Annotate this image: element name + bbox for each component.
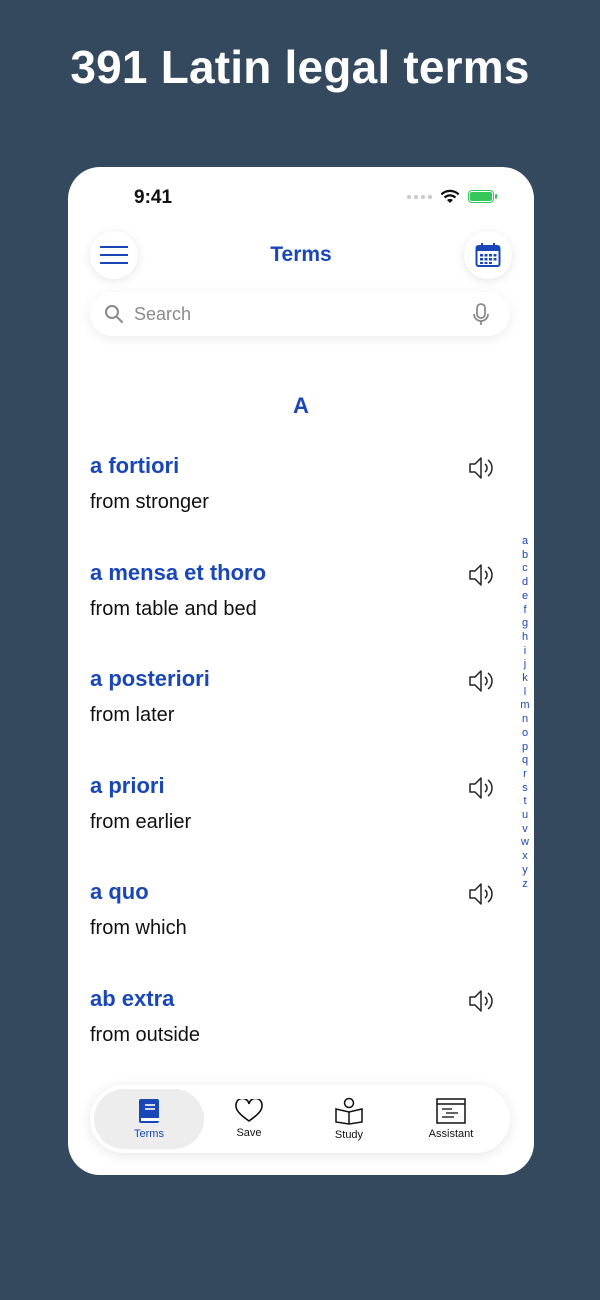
tab-label: Save (236, 1127, 262, 1139)
term-name: a posteriori (90, 666, 210, 691)
headline: 391 Latin legal terms (70, 41, 530, 93)
alphabet-letter[interactable]: h (522, 631, 528, 645)
alphabet-letter[interactable]: j (524, 658, 526, 672)
search-bar[interactable] (90, 292, 510, 336)
status-time: 9:41 (134, 187, 173, 208)
heart-icon (235, 1099, 263, 1122)
status-icons (407, 189, 497, 204)
alphabet-letter[interactable]: m (520, 699, 529, 713)
term-name: a priori (90, 772, 165, 798)
term-name: a quo (90, 879, 149, 904)
alphabet-letter[interactable]: g (522, 617, 528, 631)
alphabet-letter[interactable]: z (522, 878, 528, 892)
alphabet-letter[interactable]: n (522, 713, 528, 727)
term-row[interactable]: a mensa et thoro from table and bed (90, 560, 510, 640)
alphabet-letter[interactable]: s (522, 782, 528, 796)
tab-save[interactable]: Save (194, 1089, 304, 1149)
assistant-screen-icon (436, 1098, 466, 1124)
alphabet-letter[interactable]: v (522, 823, 528, 837)
term-meaning: from earlier (90, 810, 192, 833)
wifi-icon (440, 189, 460, 203)
tab-bar: Terms Save Study Assistant (90, 1085, 510, 1153)
alphabet-letter[interactable]: l (524, 686, 526, 700)
term-row[interactable]: ab extra from outside (90, 986, 510, 1066)
calendar-button[interactable] (464, 231, 512, 279)
term-meaning: from table and bed (90, 597, 257, 620)
tab-label: Terms (134, 1128, 164, 1140)
tab-assistant[interactable]: Assistant (396, 1089, 506, 1149)
search-input[interactable] (132, 302, 456, 326)
term-row[interactable]: a priori from earlier (90, 773, 510, 853)
alphabet-letter[interactable]: u (522, 809, 528, 823)
reading-person-icon (335, 1097, 363, 1125)
term-meaning: from outside (90, 1023, 201, 1046)
alphabet-index[interactable]: abcdefghijklmnopqrstuvwxyz (520, 535, 530, 891)
alphabet-letter[interactable]: q (522, 754, 528, 768)
microphone-icon[interactable] (472, 303, 490, 327)
term-meaning: from later (90, 704, 175, 726)
alphabet-letter[interactable]: w (521, 836, 529, 850)
cellular-signal-icon (407, 194, 432, 199)
tab-label: Study (334, 1129, 364, 1141)
alphabet-letter[interactable]: d (522, 576, 528, 590)
alphabet-letter[interactable]: c (522, 562, 528, 576)
speaker-icon[interactable] (468, 775, 496, 806)
alphabet-letter[interactable]: f (523, 604, 526, 618)
alphabet-letter[interactable]: i (524, 645, 526, 659)
book-icon (139, 1099, 159, 1123)
speaker-icon[interactable] (468, 881, 496, 912)
alphabet-letter[interactable]: y (522, 864, 528, 878)
alphabet-letter[interactable]: k (522, 672, 528, 686)
tab-label: Assistant (428, 1128, 474, 1140)
alphabet-letter[interactable]: o (522, 727, 528, 741)
speaker-icon[interactable] (468, 988, 496, 1019)
term-meaning: from stronger (90, 491, 209, 513)
alphabet-letter[interactable]: r (523, 768, 527, 782)
speaker-icon[interactable] (468, 668, 496, 699)
phone-screen: 9:41 Terms Search A a fortiori from stro… (68, 167, 534, 1175)
alphabet-letter[interactable]: e (522, 590, 528, 604)
alphabet-letter[interactable]: t (523, 795, 526, 809)
battery-icon (468, 190, 497, 203)
section-header: A (293, 393, 309, 418)
term-row[interactable]: a quo from which (90, 879, 510, 959)
alphabet-letter[interactable]: b (522, 549, 528, 563)
calendar-icon (475, 243, 501, 267)
search-icon (105, 305, 123, 323)
term-name: a fortiori (90, 453, 180, 478)
term-row[interactable]: a fortiori from stronger (90, 453, 510, 533)
alphabet-letter[interactable]: p (522, 741, 528, 755)
speaker-icon[interactable] (468, 455, 496, 486)
alphabet-letter[interactable]: a (522, 535, 528, 549)
term-row[interactable]: a posteriori from later (90, 666, 510, 746)
tab-study[interactable]: Study (294, 1089, 404, 1149)
term-name: a mensa et thoro (90, 559, 267, 585)
alphabet-letter[interactable]: x (522, 850, 528, 864)
term-meaning: from which (90, 917, 187, 939)
tab-terms[interactable]: Terms (94, 1089, 204, 1149)
term-name: ab extra (90, 985, 175, 1011)
speaker-icon[interactable] (468, 562, 496, 593)
